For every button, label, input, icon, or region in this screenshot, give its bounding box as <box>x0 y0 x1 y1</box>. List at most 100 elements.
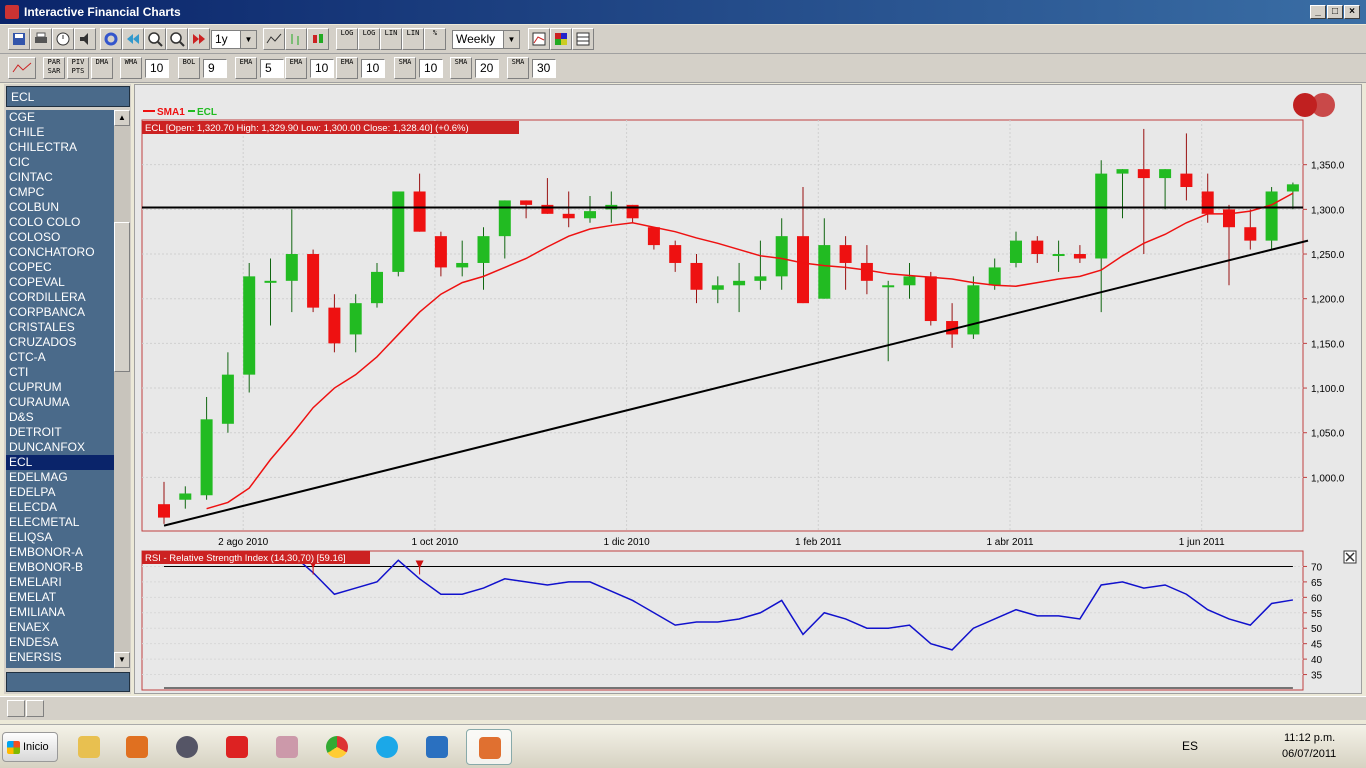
sma3-button[interactable]: SMA <box>507 57 529 79</box>
scroll-up-icon[interactable]: ▲ <box>114 110 130 126</box>
log-scale-alt-button[interactable]: LOG <box>358 28 380 50</box>
close-button[interactable]: × <box>1344 5 1360 19</box>
symbol-list-item[interactable]: CRISTALES <box>6 320 114 335</box>
symbol-list-item[interactable]: EDELMAG <box>6 470 114 485</box>
wma-button[interactable]: WMA <box>120 57 142 79</box>
symbol-list-item[interactable]: CRUZADOS <box>6 335 114 350</box>
symbol-list-item[interactable]: CHILECTRA <box>6 140 114 155</box>
zoom-in-icon[interactable] <box>144 28 166 50</box>
symbol-list-item[interactable]: CUPRUM <box>6 380 114 395</box>
maximize-button[interactable]: □ <box>1327 5 1343 19</box>
taskbar-paint[interactable] <box>264 729 310 765</box>
scroll-thumb[interactable] <box>114 222 130 372</box>
ema3-period-input[interactable]: 10 <box>361 59 385 78</box>
data-table-icon[interactable] <box>572 28 594 50</box>
clock-time[interactable]: 11:12 p.m. <box>1284 732 1335 744</box>
line-chart-icon[interactable] <box>263 28 285 50</box>
symbol-list-item[interactable]: COLO COLO <box>6 215 114 230</box>
symbol-list-item[interactable]: D&S <box>6 410 114 425</box>
symbol-list-item[interactable]: CIC <box>6 155 114 170</box>
piv-pts-button[interactable]: PIV PTS <box>67 57 89 79</box>
rewind-icon[interactable] <box>122 28 144 50</box>
taskbar-chrome[interactable] <box>314 729 360 765</box>
symbol-list-item[interactable]: COLBUN <box>6 200 114 215</box>
sma1-button[interactable]: SMA <box>394 57 416 79</box>
chart-style-icon[interactable] <box>528 28 550 50</box>
symbol-list-item[interactable]: CMPC <box>6 185 114 200</box>
indicator-chart-icon[interactable] <box>8 57 36 79</box>
symbol-list-item[interactable]: ECL <box>6 455 114 470</box>
symbol-list-item[interactable]: EMELAT <box>6 590 114 605</box>
language-indicator[interactable]: ES <box>1182 739 1198 753</box>
zoom-out-icon[interactable] <box>166 28 188 50</box>
dma-button[interactable]: DMA <box>91 57 113 79</box>
symbol-list-item[interactable]: CTI <box>6 365 114 380</box>
symbol-list-item[interactable]: DETROIT <box>6 425 114 440</box>
percent-scale-button[interactable]: % <box>424 28 446 50</box>
scroll-down-icon[interactable]: ▼ <box>114 652 130 668</box>
symbol-list-item[interactable]: EMELARI <box>6 575 114 590</box>
minimize-button[interactable]: _ <box>1310 5 1326 19</box>
symbol-list-item[interactable]: ELECMETAL <box>6 515 114 530</box>
chart-canvas[interactable]: 1,000.0 1,050.0 1,100.0 1,150.0 1,200.0 1,250… <box>135 85 1363 695</box>
ema1-button[interactable]: EMA <box>235 57 257 79</box>
candlestick-icon[interactable] <box>307 28 329 50</box>
taskbar-clock-app[interactable] <box>164 729 210 765</box>
sma3-period-input[interactable]: 30 <box>532 59 556 78</box>
taskbar-teamviewer[interactable] <box>414 729 460 765</box>
symbol-list-item[interactable]: EMBONOR-B <box>6 560 114 575</box>
period-select[interactable]: 1y ▼ <box>211 30 257 49</box>
linear-scale-button[interactable]: LIN <box>380 28 402 50</box>
symbol-list-item[interactable]: CORDILLERA <box>6 290 114 305</box>
symbol-list-item[interactable]: CTC-A <box>6 350 114 365</box>
refresh-icon[interactable] <box>100 28 122 50</box>
symbol-list-item[interactable]: ELIQSA <box>6 530 114 545</box>
start-button[interactable]: Inicio <box>2 732 58 762</box>
bar-chart-icon[interactable] <box>285 28 307 50</box>
symbol-search-input[interactable]: ECL <box>6 86 130 107</box>
symbol-list-item[interactable]: CORPBANCA <box>6 305 114 320</box>
log-scale-button[interactable]: LOG <box>336 28 358 50</box>
ema2-button[interactable]: EMA <box>285 57 307 79</box>
taskbar-media[interactable] <box>114 729 160 765</box>
symbol-list-scrollbar[interactable]: ▲ ▼ <box>114 110 130 668</box>
symbol-list-item[interactable]: CGE <box>6 110 114 125</box>
taskbar-pin-app[interactable] <box>214 729 260 765</box>
symbol-list-item[interactable]: CONCHATORO <box>6 245 114 260</box>
symbol-list-item[interactable]: DUNCANFOX <box>6 440 114 455</box>
chart-panel[interactable]: 1,000.0 1,050.0 1,100.0 1,150.0 1,200.0 1,250… <box>134 84 1362 694</box>
symbol-list-item[interactable]: ELECDA <box>6 500 114 515</box>
bol-button[interactable]: BOL <box>178 57 200 79</box>
symbol-list-item[interactable]: CURAUMA <box>6 395 114 410</box>
clock-date[interactable]: 06/07/2011 <box>1282 748 1336 760</box>
symbol-list-item[interactable]: CINTAC <box>6 170 114 185</box>
color-palette-icon[interactable] <box>550 28 572 50</box>
linear-scale-alt-button[interactable]: LIN <box>402 28 424 50</box>
layout-icon[interactable] <box>7 700 25 717</box>
symbol-list-item[interactable]: COPEVAL <box>6 275 114 290</box>
taskbar-skype[interactable] <box>364 729 410 765</box>
save-icon[interactable] <box>8 28 30 50</box>
symbol-list-item[interactable]: ENAEX <box>6 620 114 635</box>
print-preview-icon[interactable] <box>26 700 44 717</box>
bol-period-input[interactable]: 9 <box>203 59 227 78</box>
sma1-period-input[interactable]: 10 <box>419 59 443 78</box>
interval-select[interactable]: Weekly ▼ <box>452 30 520 49</box>
sma2-period-input[interactable]: 20 <box>475 59 499 78</box>
symbol-list-item[interactable]: ENERSIS <box>6 650 114 665</box>
sma2-button[interactable]: SMA <box>450 57 472 79</box>
symbol-list-item[interactable]: CHILE <box>6 125 114 140</box>
par-sar-button[interactable]: PAR SAR <box>43 57 65 79</box>
clock-icon[interactable] <box>52 28 74 50</box>
symbol-list-item[interactable]: COPEC <box>6 260 114 275</box>
ema2-period-input[interactable]: 10 <box>310 59 334 78</box>
sound-icon[interactable] <box>74 28 96 50</box>
wma-period-input[interactable]: 10 <box>145 59 169 78</box>
ema3-button[interactable]: EMA <box>336 57 358 79</box>
symbol-list-item[interactable]: EDELPA <box>6 485 114 500</box>
symbol-list-item[interactable]: EMILIANA <box>6 605 114 620</box>
taskbar-explorer[interactable] <box>66 729 112 765</box>
symbol-list-item[interactable]: ENDESA <box>6 635 114 650</box>
print-icon[interactable] <box>30 28 52 50</box>
symbol-list-item[interactable]: COLOSO <box>6 230 114 245</box>
